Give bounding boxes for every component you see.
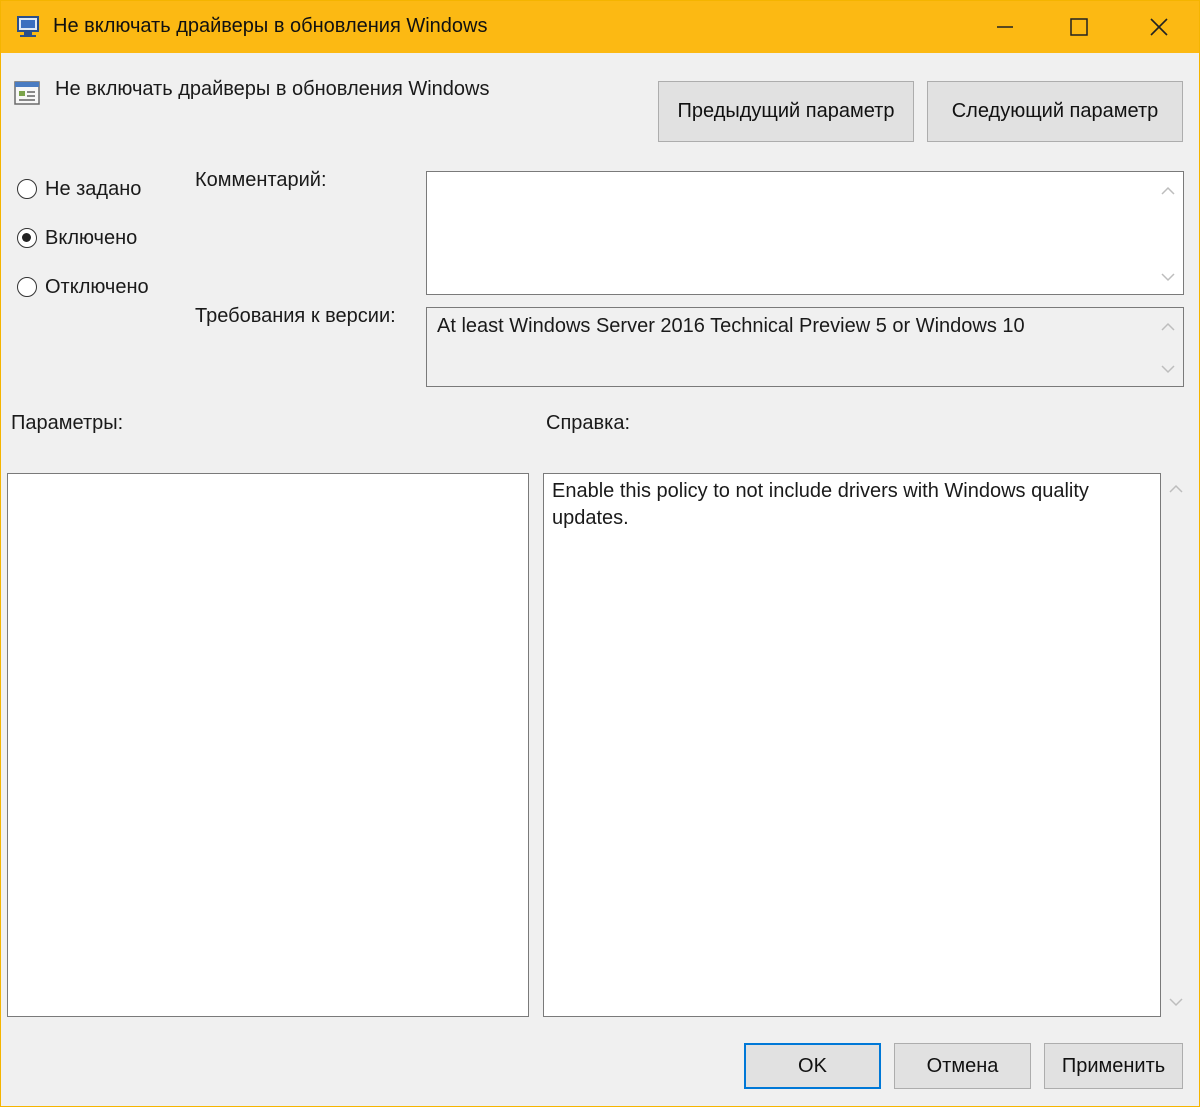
- version-requirements-label: Требования к версии:: [195, 305, 396, 327]
- minimize-icon: [997, 26, 1013, 28]
- apply-button[interactable]: Применить: [1044, 1043, 1183, 1089]
- scroll-up-icon[interactable]: [1161, 322, 1175, 332]
- radio-button[interactable]: [17, 228, 37, 248]
- maximize-button[interactable]: [1039, 1, 1119, 53]
- version-requirements-box: At least Windows Server 2016 Technical P…: [426, 307, 1184, 387]
- help-text: Enable this policy to not include driver…: [552, 480, 1089, 529]
- scroll-down-icon[interactable]: [1161, 364, 1175, 374]
- title-bar[interactable]: Не включать драйверы в обновления Window…: [1, 1, 1199, 53]
- minimize-button[interactable]: [965, 1, 1045, 53]
- policy-name: Не включать драйверы в обновления Window…: [55, 78, 490, 100]
- radio-button[interactable]: [17, 179, 37, 199]
- radio-label: Включено: [45, 226, 138, 249]
- window-title: Не включать драйверы в обновления Window…: [53, 15, 488, 37]
- ok-button[interactable]: OK: [744, 1043, 881, 1089]
- options-panel[interactable]: [7, 473, 529, 1017]
- policy-editor-window: Не включать драйверы в обновления Window…: [0, 0, 1200, 1107]
- version-requirements-value: At least Windows Server 2016 Technical P…: [437, 315, 1025, 337]
- radio-disabled[interactable]: Отключено: [17, 273, 149, 301]
- radio-label: Не задано: [45, 177, 142, 200]
- options-label: Параметры:: [11, 412, 124, 434]
- comment-label: Комментарий:: [195, 169, 327, 191]
- maximize-icon: [1070, 18, 1088, 36]
- group-policy-icon: [17, 16, 39, 37]
- radio-button[interactable]: [17, 277, 37, 297]
- help-panel[interactable]: Enable this policy to not include driver…: [543, 473, 1161, 1017]
- help-scroll-down-icon[interactable]: [1169, 997, 1183, 1007]
- scroll-down-icon[interactable]: [1161, 272, 1175, 282]
- radio-label: Отключено: [45, 275, 149, 298]
- cancel-button[interactable]: Отмена: [894, 1043, 1031, 1089]
- previous-setting-button[interactable]: Предыдущий параметр: [658, 81, 914, 142]
- help-label: Справка:: [546, 412, 631, 434]
- close-icon: [1150, 18, 1168, 36]
- policy-setting-icon: [14, 81, 40, 105]
- next-setting-button[interactable]: Следующий параметр: [927, 81, 1183, 142]
- help-scroll-up-icon[interactable]: [1169, 484, 1183, 494]
- comment-textarea[interactable]: [426, 171, 1184, 295]
- radio-not-configured[interactable]: Не задано: [17, 175, 141, 203]
- close-button[interactable]: [1119, 1, 1199, 53]
- scroll-up-icon[interactable]: [1161, 186, 1175, 196]
- radio-enabled[interactable]: Включено: [17, 224, 137, 252]
